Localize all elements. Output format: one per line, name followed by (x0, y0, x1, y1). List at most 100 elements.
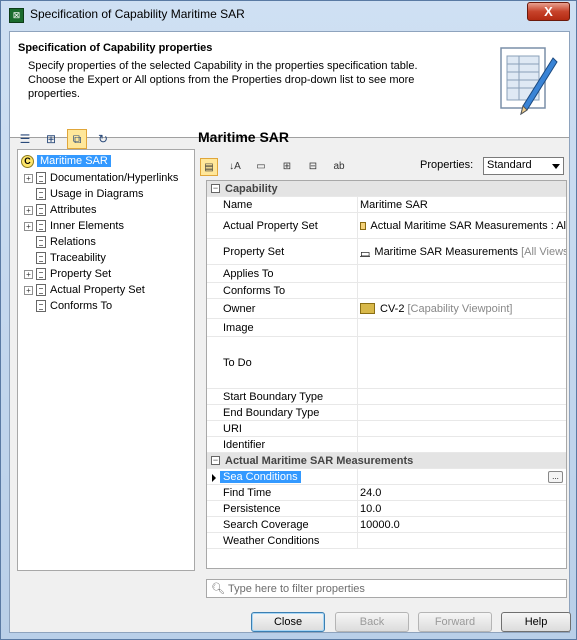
stereotype-icon: ▭ (360, 247, 371, 260)
table-row[interactable]: Conforms To (207, 283, 566, 299)
property-name: Image (223, 321, 254, 334)
tree-item[interactable]: Usage in Diagrams (24, 186, 144, 202)
property-value[interactable]: Maritime SAR (357, 197, 566, 212)
section-label: Actual Maritime SAR Measurements (225, 454, 414, 467)
refresh-icon[interactable]: ↻ (93, 129, 113, 149)
node-icon (36, 300, 46, 312)
expand-icon[interactable]: + (24, 269, 33, 279)
tree-item-label[interactable]: Traceability (50, 252, 106, 264)
property-name: Owner (223, 302, 256, 315)
table-row[interactable]: Search Coverage 10000.0 (207, 517, 566, 533)
property-name[interactable]: Sea Conditions (220, 469, 301, 484)
tree-item-label[interactable]: Attributes (50, 204, 96, 216)
property-name: To Do (223, 356, 252, 369)
tree-item-label[interactable]: Usage in Diagrams (50, 188, 144, 200)
property-value[interactable]: 24.0 (357, 485, 566, 500)
property-value[interactable] (357, 389, 566, 404)
property-value[interactable] (357, 533, 566, 548)
property-value[interactable] (357, 319, 566, 336)
tree-item-label[interactable]: Relations (50, 236, 96, 248)
tree-item[interactable]: + Documentation/Hyperlinks (24, 170, 178, 186)
filter-placeholder: Type here to filter properties (227, 582, 365, 595)
properties-toolbar: ▤ ↓A ▭ ⊞ ⊟ ab Properties: Standard (200, 156, 564, 178)
tree-item[interactable]: + Attributes (24, 202, 96, 218)
expand-all-icon[interactable]: ⊞ (278, 158, 296, 176)
property-value[interactable] (357, 421, 566, 436)
hierarchy-view-icon[interactable]: ⊞ (41, 129, 61, 149)
title-bar[interactable]: ⊠ Specification of Capability Maritime S… (1, 1, 576, 29)
property-name: Property Set (223, 245, 285, 258)
close-button[interactable]: Close (251, 612, 325, 632)
collapse-icon[interactable]: ▭ (252, 158, 270, 176)
property-value[interactable] (357, 337, 566, 388)
table-row[interactable]: Owner CV-2 [Capability Viewpoint] (207, 299, 566, 319)
collapse-section-icon[interactable]: − (211, 184, 220, 193)
node-icon (36, 268, 46, 280)
tree-root-label[interactable]: Maritime SAR (37, 155, 111, 167)
tree-root[interactable]: C Maritime SAR (21, 153, 111, 169)
tree-item[interactable]: + Inner Elements (24, 218, 124, 234)
table-row[interactable]: Property Set ▭ Maritime SAR Measurements[… (207, 239, 566, 265)
table-row[interactable]: Start Boundary Type (207, 389, 566, 405)
forward-button[interactable]: Forward (418, 612, 492, 632)
table-row[interactable]: Sea Conditions ... (207, 469, 566, 485)
table-row[interactable]: Actual Property Set Actual Maritime SAR … (207, 213, 566, 239)
property-value[interactable]: ▭ Maritime SAR Measurements [All Views (357, 239, 566, 264)
table-row[interactable]: Image (207, 319, 566, 337)
table-row[interactable]: URI (207, 421, 566, 437)
tree-item-label[interactable]: Documentation/Hyperlinks (50, 172, 178, 184)
expand-icon[interactable]: + (24, 285, 33, 295)
table-row[interactable]: To Do (207, 337, 566, 389)
tree-item[interactable]: Traceability (24, 250, 106, 266)
table-row[interactable]: End Boundary Type (207, 405, 566, 421)
property-value[interactable]: Actual Maritime SAR Measurements : Al (357, 213, 566, 238)
property-value[interactable] (357, 283, 566, 298)
dialog-header: Specification of Capability properties S… (10, 32, 569, 138)
tree-item-label[interactable]: Property Set (50, 268, 111, 280)
abc-icon[interactable]: ab (330, 158, 348, 176)
property-value[interactable]: 10000.0 (357, 517, 566, 532)
table-row[interactable]: Persistence 10.0 (207, 501, 566, 517)
collapse-all-icon[interactable]: ⊟ (304, 158, 322, 176)
table-row[interactable]: Find Time 24.0 (207, 485, 566, 501)
tree-item-label[interactable]: Conforms To (50, 300, 112, 312)
property-value[interactable] (357, 469, 566, 484)
table-row[interactable]: Applies To (207, 265, 566, 283)
close-window-button[interactable]: X (527, 2, 570, 21)
expand-icon[interactable]: + (24, 221, 33, 231)
expand-icon[interactable]: + (24, 173, 33, 183)
copy-icon[interactable]: ⧉ (67, 129, 87, 149)
tree-item[interactable]: Conforms To (24, 298, 112, 314)
collapse-section-icon[interactable]: − (211, 456, 220, 465)
table-row[interactable]: Weather Conditions (207, 533, 566, 549)
tree-item-label[interactable]: Inner Elements (50, 220, 124, 232)
table-row[interactable]: Identifier (207, 437, 566, 453)
section-header[interactable]: − Capability (207, 181, 566, 197)
help-button[interactable]: Help (501, 612, 571, 632)
property-value[interactable]: 10.0 (357, 501, 566, 516)
properties-dropdown[interactable]: Standard (483, 157, 564, 175)
list-view-icon[interactable]: ☰ (15, 129, 35, 149)
categorized-icon[interactable]: ▤ (200, 158, 218, 176)
tree-item[interactable]: Relations (24, 234, 96, 250)
property-name: Name (223, 198, 253, 211)
property-value[interactable] (357, 265, 566, 282)
section-header[interactable]: − Actual Maritime SAR Measurements (207, 453, 566, 469)
expand-icon[interactable]: + (24, 205, 33, 215)
property-set-icon (360, 221, 367, 230)
back-button[interactable]: Back (335, 612, 409, 632)
node-icon (36, 236, 46, 248)
filter-input[interactable]: 🔍︎ Type here to filter properties (206, 579, 567, 598)
tree-item[interactable]: + Property Set (24, 266, 111, 282)
capability-app-icon: ⊠ (9, 8, 24, 23)
property-name: Applies To (223, 267, 274, 280)
tree-item-label[interactable]: Actual Property Set (50, 284, 145, 296)
property-value[interactable] (357, 437, 566, 452)
sort-alpha-icon[interactable]: ↓A (226, 158, 244, 176)
tree-item[interactable]: + Actual Property Set (24, 282, 145, 298)
edit-value-button[interactable]: ... (548, 471, 563, 483)
property-value[interactable] (357, 405, 566, 420)
table-row[interactable]: Name Maritime SAR (207, 197, 566, 213)
folder-icon (360, 303, 375, 314)
property-value[interactable]: CV-2 [Capability Viewpoint] (357, 299, 566, 318)
